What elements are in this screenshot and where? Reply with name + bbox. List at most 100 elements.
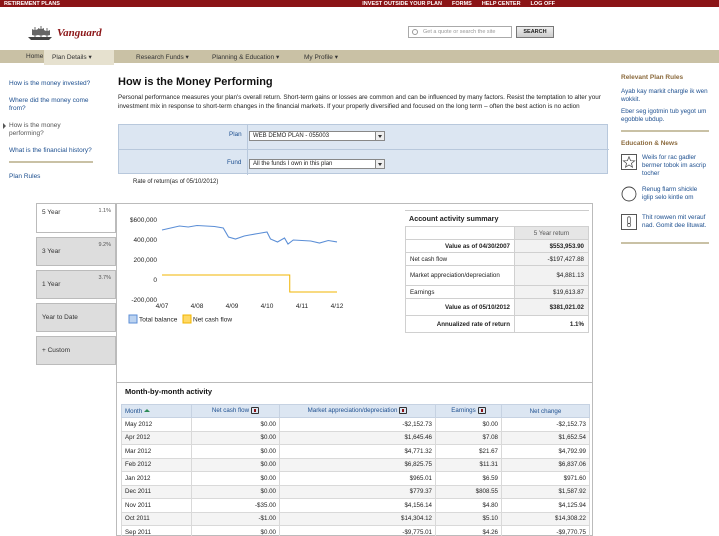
help-center-link[interactable]: HELP CENTER [482,1,521,7]
sidebar-item-history[interactable]: What is the financial history? [9,147,93,155]
tab-3-year[interactable]: 3 Year 9.2% [36,237,116,266]
col-month-label: Month [125,407,143,415]
table-row: May 2012 $0.00 -$2,152.73 $0.00 -$2,152.73 [121,417,590,432]
news-link[interactable]: Thit rowwen mit verauf nad. Gomit dee li… [642,214,709,230]
news-link[interactable]: Renug flarm shickle iglip selo kintle om [642,186,709,202]
table-cell: $0.00 [191,417,280,432]
news-item[interactable]: Thit rowwen mit verauf nad. Gomit dee li… [621,214,709,234]
search-input[interactable]: Get a quote or search the site [408,26,512,38]
sort-icon [144,409,151,413]
col-market[interactable]: Market appreciation/depreciation [279,404,436,418]
invest-outside-link[interactable]: INVEST OUTSIDE YOUR PLAN [362,1,442,7]
sidebar-item-performing[interactable]: How is the money performing? [3,122,93,138]
series-line [162,274,337,293]
news-link[interactable]: Weils for rac gadler bermer tobok im asc… [642,154,709,178]
table-header-row: Month Net cash flow Market appreciation/… [121,404,590,418]
plan-select[interactable]: WEB DEMO PLAN - 055003 [249,131,385,141]
sidebar-item-plan-rules[interactable]: Plan Rules [9,173,93,181]
tab-year-to-date[interactable]: Year to Date [36,303,116,332]
table-cell: $14,308.22 [501,511,590,526]
right-sidebar: Relevant Plan Rules Ayab kay markit char… [621,74,709,252]
table-cell: $0.00 [191,444,280,459]
table-row: Market appreciation/depreciation $4,881.… [405,265,589,286]
table-row: Earnings $19,613.87 [405,285,589,299]
col-earnings-label: Earnings [451,407,476,415]
table-row: Oct 2011 -$1.00 $14,304.12 $5.10 $14,308.22 [121,511,590,526]
nav-planning-label: Planning & Education [212,54,275,61]
fund-select[interactable]: All the funds I own in this plan [249,159,385,169]
table-cell: Mar 2012 [121,444,192,459]
table-cell [405,226,515,240]
tab-custom[interactable]: + Custom [36,336,116,365]
tab-5-year[interactable]: 5 Year 1.1% [36,203,116,233]
page-title: How is the Money Performing [118,76,273,88]
nav-research-funds[interactable]: Research Funds ▾ [136,53,189,61]
clock-icon [621,186,637,202]
top-utility-bar: RETIREMENT PLANS INVEST OUTSIDE YOUR PLA… [0,0,719,7]
nav-planning[interactable]: Planning & Education ▾ [212,53,279,61]
summary-label: Net cash flow [405,252,515,266]
col-market-label: Market appreciation/depreciation [307,407,398,415]
nav-home[interactable]: Home [26,53,43,60]
table-cell: Jan 2012 [121,471,192,486]
left-sidebar: How is the money invested? Where did the… [3,80,93,190]
nav-profile[interactable]: My Profile ▾ [304,53,338,61]
summary-label: Earnings [405,285,515,299]
table-cell: Sep 2011 [121,525,192,536]
chevron-down-icon: ▾ [275,54,280,61]
table-cell: $6.59 [435,471,502,486]
sidebar-item-money-from[interactable]: Where did the money come from? [9,97,93,113]
legend-label: Net cash flow [193,317,232,324]
rule-link[interactable]: Eber seg igotmin tub yegot um egobble ub… [621,108,709,124]
col-month[interactable]: Month [121,404,192,418]
nav-plan-details[interactable]: Plan Details ▾ [44,50,114,65]
table-row: Apr 2012 $0.00 $1,645.46 $7.08 $1,652.54 [121,430,590,445]
summary-label: Value as of 04/30/2007 [405,239,515,253]
table-row: Feb 2012 $0.00 $6,825.75 $11.31 $6,837.06 [121,457,590,472]
legend-label: Total balance [139,317,178,324]
x-tick-label: 4/08 [191,303,204,310]
sidebar-divider [621,130,709,132]
retirement-plans-label: RETIREMENT PLANS [4,0,60,7]
info-icon[interactable] [477,407,486,415]
news-item[interactable]: Weils for rac gadler bermer tobok im asc… [621,154,709,178]
page-intro: Personal performance measures your plan'… [118,94,601,110]
table-row: Net cash flow -$197,427.88 [405,252,589,266]
plan-fund-form: Plan WEB DEMO PLAN - 055003 Fund All the… [118,124,609,175]
info-icon[interactable] [399,407,408,415]
tab-label: 3 Year [42,248,61,255]
log-off-link[interactable]: LOG OFF [531,1,555,7]
table-cell: $4.80 [435,498,502,513]
search-button[interactable]: SEARCH [516,26,554,38]
info-icon[interactable] [251,407,260,415]
rule-link[interactable]: Ayab kay markit chargle ik wen wokkit. [621,88,709,104]
table-cell: Oct 2011 [121,511,192,526]
tab-return: 9.2% [98,242,111,248]
summary-value: $19,613.87 [514,285,589,299]
col-net-cash-flow[interactable]: Net cash flow [191,404,280,418]
table-cell: $0.00 [191,471,280,486]
table-row: Mar 2012 $0.00 $4,771.32 $21.67 $4,792.99 [121,444,590,459]
col-net-change[interactable]: Net change [501,404,590,418]
table-cell: $4,125.94 [501,498,590,513]
sidebar-item-invested[interactable]: How is the money invested? [9,80,93,88]
news-item[interactable]: Renug flarm shickle iglip selo kintle om [621,186,709,206]
account-summary-table: 5 Year return Value as of 04/30/2007 $55… [405,226,589,333]
y-tick-label: 0 [153,277,157,284]
vanguard-logo[interactable]: Vanguard [26,25,102,41]
tab-1-year[interactable]: 1 Year 3.7% [36,270,116,299]
col-earnings[interactable]: Earnings [435,404,502,418]
form-divider [247,125,248,175]
period-tabs: 5 Year 1.1% 3 Year 9.2% 1 Year 3.7% Year… [36,203,116,369]
forms-link[interactable]: FORMS [452,1,472,7]
nav-plan-details-label: Plan Details [52,54,87,61]
thermometer-icon [621,214,637,230]
table-cell: $6,825.75 [279,457,436,472]
brand-name: Vanguard [57,27,102,39]
current-arrow-icon [3,123,6,129]
legend-swatch [128,314,138,324]
table-cell: Apr 2012 [121,430,192,445]
summary-value: $553,953.90 [514,239,589,253]
chevron-down-icon [375,132,384,140]
x-tick-label: 4/10 [261,303,274,310]
